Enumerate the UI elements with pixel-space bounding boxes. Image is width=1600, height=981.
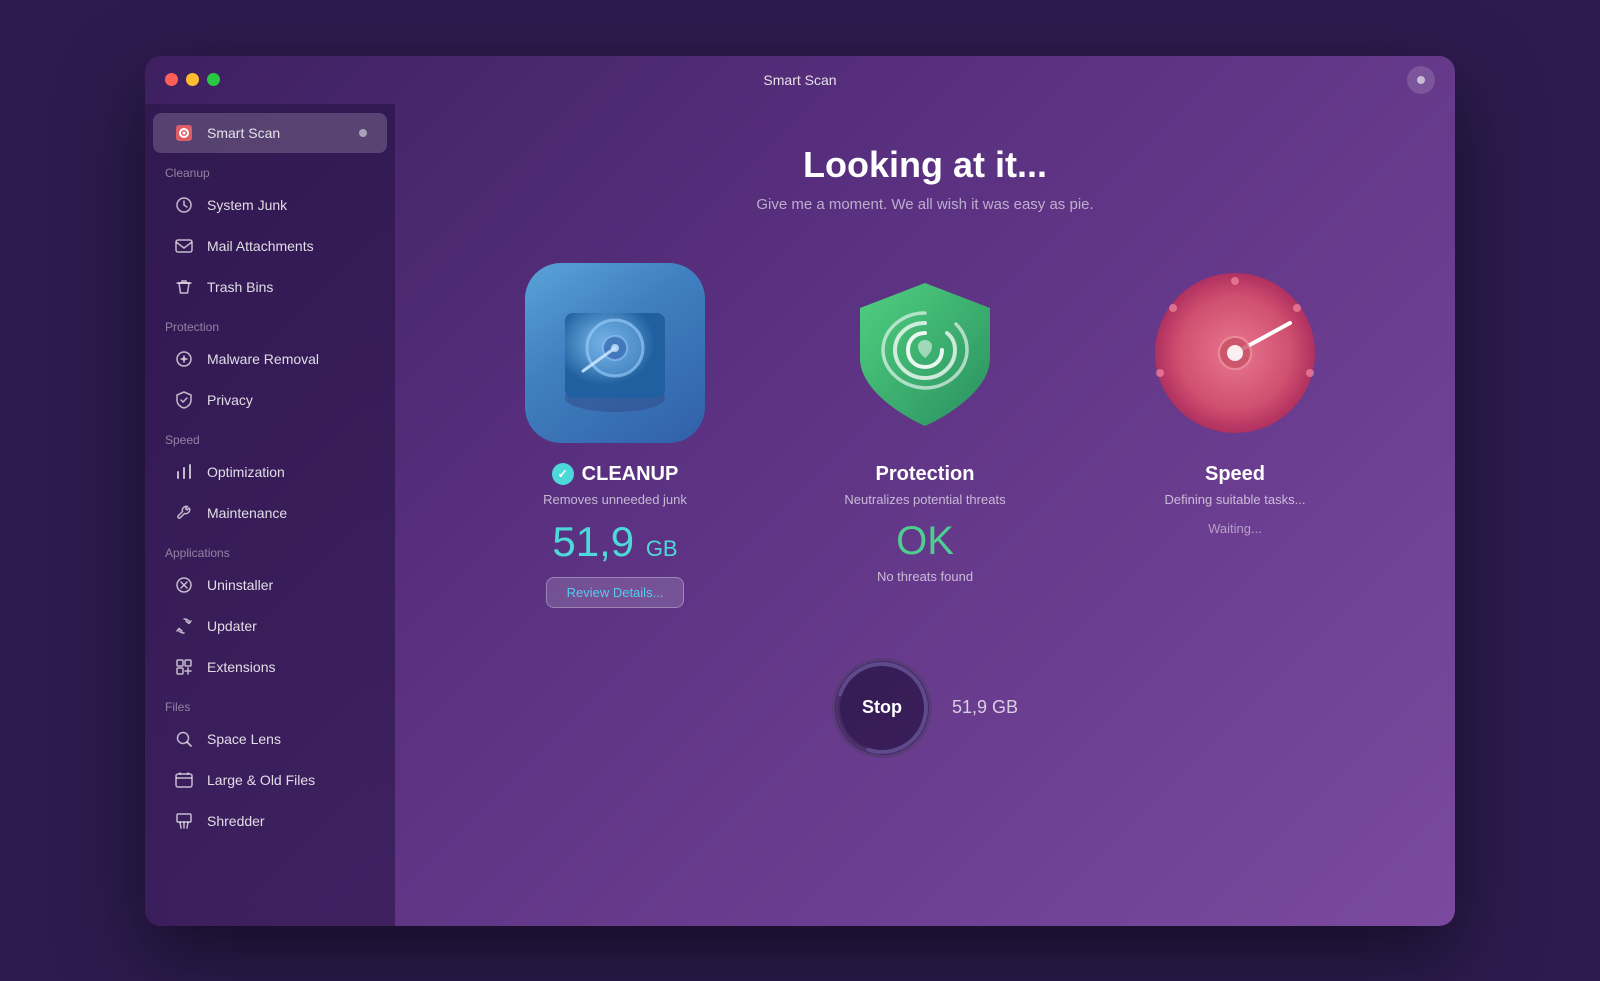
cleanup-check-icon: ✓ — [552, 463, 574, 485]
system-junk-label: System Junk — [207, 197, 287, 213]
shredder-label: Shredder — [207, 813, 265, 829]
sidebar: Smart Scan Cleanup System Junk Mail Atta… — [145, 104, 395, 926]
cleanup-value: 51,9 GB — [552, 521, 677, 563]
mail-attachments-icon — [173, 235, 195, 257]
minimize-button[interactable] — [186, 73, 199, 86]
protection-card: Protection Neutralizes potential threats… — [785, 263, 1065, 598]
stop-size-value: 51,9 GB — [952, 697, 1018, 718]
main-subtitle: Give me a moment. We all wish it was eas… — [756, 196, 1093, 213]
main-title: Looking at it... — [803, 144, 1047, 186]
close-button[interactable] — [165, 73, 178, 86]
optimization-icon — [173, 461, 195, 483]
malware-removal-label: Malware Removal — [207, 351, 319, 367]
speed-gauge-icon — [1145, 263, 1325, 443]
files-section-label: Files — [145, 688, 395, 718]
maximize-button[interactable] — [207, 73, 220, 86]
maintenance-icon — [173, 502, 195, 524]
speed-desc: Defining suitable tasks... — [1165, 492, 1306, 507]
mail-attachments-label: Mail Attachments — [207, 238, 314, 254]
sidebar-item-privacy[interactable]: Privacy — [153, 380, 387, 420]
maintenance-label: Maintenance — [207, 505, 287, 521]
protection-title: Protection — [876, 463, 975, 486]
app-window: Smart Scan Smart Scan Cleanup — [145, 56, 1455, 926]
sidebar-item-extensions[interactable]: Extensions — [153, 647, 387, 687]
sidebar-item-optimization[interactable]: Optimization — [153, 452, 387, 492]
extensions-label: Extensions — [207, 659, 275, 675]
extensions-icon — [173, 656, 195, 678]
uninstaller-icon — [173, 574, 195, 596]
speed-section-label: Speed — [145, 421, 395, 451]
protection-desc: Neutralizes potential threats — [844, 492, 1005, 507]
malware-removal-icon — [173, 348, 195, 370]
stop-circle: Stop — [832, 658, 932, 758]
updater-label: Updater — [207, 618, 257, 634]
protection-no-threats: No threats found — [877, 569, 973, 584]
sidebar-item-updater[interactable]: Updater — [153, 606, 387, 646]
review-details-button[interactable]: Review Details... — [546, 577, 685, 608]
window-title: Smart Scan — [763, 72, 836, 88]
active-indicator — [359, 129, 367, 137]
smart-scan-icon — [173, 122, 195, 144]
speed-card: Speed Defining suitable tasks... Waiting… — [1095, 263, 1375, 544]
applications-section-label: Applications — [145, 534, 395, 564]
sidebar-item-shredder[interactable]: Shredder — [153, 801, 387, 841]
main-content: Looking at it... Give me a moment. We al… — [395, 104, 1455, 926]
cards-row: ✓ CLEANUP Removes unneeded junk 51,9 GB … — [475, 263, 1375, 608]
updater-icon — [173, 615, 195, 637]
space-lens-icon — [173, 728, 195, 750]
sidebar-item-uninstaller[interactable]: Uninstaller — [153, 565, 387, 605]
stop-button-label: Stop — [862, 697, 902, 718]
optimization-label: Optimization — [207, 464, 285, 480]
large-old-files-label: Large & Old Files — [207, 772, 315, 788]
protection-ok-value: OK — [896, 521, 954, 561]
traffic-lights — [165, 73, 220, 86]
cleanup-desc: Removes unneeded junk — [543, 492, 687, 507]
speed-title: Speed — [1205, 463, 1265, 486]
protection-section-label: Protection — [145, 308, 395, 338]
smart-scan-label: Smart Scan — [207, 125, 280, 141]
protection-icon-wrap — [835, 263, 1015, 443]
cleanup-title: ✓ CLEANUP — [552, 463, 679, 486]
titlebar: Smart Scan — [145, 56, 1455, 104]
uninstaller-label: Uninstaller — [207, 577, 273, 593]
sidebar-item-large-old-files[interactable]: Large & Old Files — [153, 760, 387, 800]
sidebar-item-mail-attachments[interactable]: Mail Attachments — [153, 226, 387, 266]
cleanup-disk-icon — [545, 283, 685, 423]
trash-bins-icon — [173, 276, 195, 298]
sidebar-item-malware-removal[interactable]: Malware Removal — [153, 339, 387, 379]
sidebar-item-smart-scan[interactable]: Smart Scan — [153, 113, 387, 153]
stop-button-wrap[interactable]: Stop — [832, 658, 932, 758]
privacy-icon — [173, 389, 195, 411]
stop-area: Stop 51,9 GB — [832, 658, 1018, 758]
titlebar-action-button[interactable] — [1407, 66, 1435, 94]
shredder-icon — [173, 810, 195, 832]
content-area: Smart Scan Cleanup System Junk Mail Atta… — [145, 104, 1455, 926]
sidebar-item-space-lens[interactable]: Space Lens — [153, 719, 387, 759]
sidebar-item-system-junk[interactable]: System Junk — [153, 185, 387, 225]
large-old-files-icon — [173, 769, 195, 791]
sidebar-item-maintenance[interactable]: Maintenance — [153, 493, 387, 533]
trash-bins-label: Trash Bins — [207, 279, 273, 295]
speed-icon-wrap — [1145, 263, 1325, 443]
cleanup-card: ✓ CLEANUP Removes unneeded junk 51,9 GB … — [475, 263, 755, 608]
speed-waiting: Waiting... — [1208, 521, 1262, 536]
privacy-label: Privacy — [207, 392, 253, 408]
system-junk-icon — [173, 194, 195, 216]
space-lens-label: Space Lens — [207, 731, 281, 747]
protection-shield-icon — [840, 268, 1010, 438]
cleanup-section-label: Cleanup — [145, 154, 395, 184]
sidebar-item-trash-bins[interactable]: Trash Bins — [153, 267, 387, 307]
cleanup-icon-wrap — [525, 263, 705, 443]
